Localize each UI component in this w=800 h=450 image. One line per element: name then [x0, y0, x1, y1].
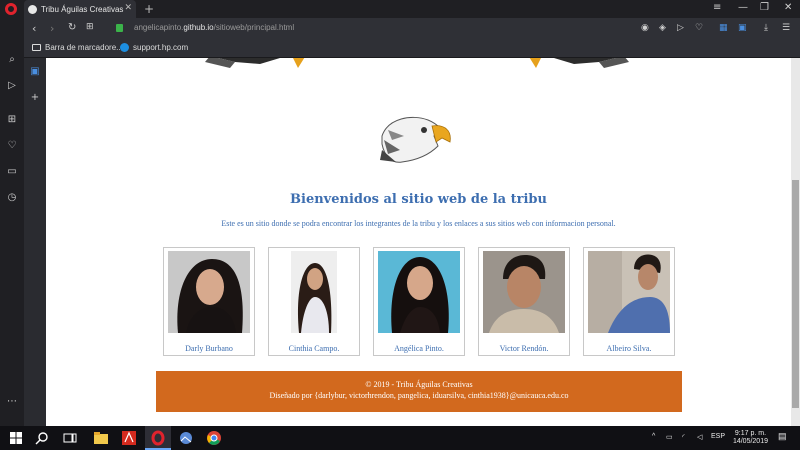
member-name: Cinthia Campo. [288, 344, 340, 353]
tab-active[interactable]: Tribu Águilas Creativas ✕ [24, 0, 136, 18]
page-scrollbar[interactable] [791, 58, 800, 426]
back-icon[interactable]: ‹ [32, 22, 36, 35]
photos-app-icon[interactable] [178, 430, 194, 446]
url-field[interactable]: angelicapinto.github.io/sitioweb/princip… [134, 23, 294, 32]
forward-icon[interactable]: › [50, 22, 54, 35]
address-bar: ‹ › ↻ ⊞ angelicapinto.github.io/sitioweb… [24, 18, 800, 40]
send-icon[interactable]: ▷ [677, 23, 684, 33]
clock-time: 9:17 p. m. [734, 430, 767, 437]
opera-icon [151, 430, 165, 446]
member-name: Victor Rendón. [499, 344, 549, 353]
windows-start-icon[interactable] [8, 430, 24, 446]
folder-icon [32, 44, 41, 51]
footer-credits: Diseñado por {darlybur, victorhrendon, p… [269, 391, 569, 400]
opera-taskbar-button[interactable] [145, 426, 171, 450]
heart-icon[interactable]: ♡ [6, 140, 18, 152]
opera-sidebar: ⌕ ▷ ⊞ ♡ ▭ ◷ ⋯ [0, 18, 24, 426]
member-photo [588, 251, 670, 333]
bookmark-hp[interactable]: support.hp.com [120, 43, 188, 52]
opera-menu-icon[interactable] [5, 3, 17, 15]
bookmark-folder[interactable]: Barra de marcadore... [32, 43, 123, 52]
bookmark-label: Barra de marcadore... [45, 43, 123, 52]
flow-icon[interactable]: ▷ [6, 80, 18, 92]
extension-icon[interactable]: ▣ [738, 23, 747, 33]
acrobat-icon[interactable] [121, 430, 137, 446]
eagle-wing-right-image [529, 58, 629, 68]
notifications-icon[interactable]: ▤ [778, 431, 787, 442]
page-footer: © 2019 - Tribu Águilas Creativas Diseñad… [156, 371, 682, 412]
scrollbar-thumb[interactable] [792, 180, 799, 408]
show-hidden-icons[interactable]: ^ [652, 433, 655, 440]
web-page: Bienvenidos al sitio web de la tribu Est… [46, 58, 791, 426]
maximize-icon[interactable]: ❐ [760, 2, 769, 13]
member-card-albeiro[interactable]: Albeiro Silva. [583, 247, 675, 356]
windows-taskbar: ^ ▭ ◜ ◁ ESP 9:17 p. m. 14/05/2019 ▤ [0, 426, 800, 450]
member-name: Darly Burbano [185, 344, 233, 353]
speed-dial-icon[interactable]: ⊞ [86, 22, 94, 32]
minimize-icon[interactable]: — [738, 2, 748, 13]
download-icon[interactable]: ⤓ [764, 23, 768, 33]
member-name: Albeiro Silva. [606, 344, 652, 353]
wifi-icon[interactable]: ◜ [682, 433, 685, 441]
member-card-victor[interactable]: Victor Rendón. [478, 247, 570, 356]
shield-icon[interactable]: ◈ [659, 23, 666, 33]
chrome-icon[interactable] [206, 430, 222, 446]
volume-icon[interactable]: ◁ [697, 433, 702, 441]
task-view-icon[interactable] [62, 430, 78, 446]
heart-icon[interactable]: ♡ [695, 23, 703, 33]
tab-menu-icon[interactable]: ≡ [713, 2, 721, 13]
member-card-angelica[interactable]: Angélica Pinto. [373, 247, 465, 356]
page-heading: Bienvenidos al sitio web de la tribu [290, 192, 547, 207]
translate-icon[interactable]: ▦ [719, 23, 728, 33]
eagle-logo-image [380, 116, 451, 163]
network-tray-icon[interactable]: ▭ [666, 433, 673, 441]
bookmark-label: support.hp.com [133, 43, 189, 52]
member-photo [168, 251, 250, 333]
history-icon[interactable]: ▭ [6, 166, 18, 178]
member-name: Angélica Pinto. [394, 344, 444, 353]
file-explorer-icon[interactable] [93, 430, 109, 446]
member-card-darly[interactable]: Darly Burbano [163, 247, 255, 356]
intro-text: Este es un sitio donde se podra encontra… [221, 219, 616, 228]
add-panel-icon[interactable]: + [29, 92, 41, 104]
tab-bar: Tribu Águilas Creativas ✕ + ≡ — ❐ ✕ [0, 0, 800, 18]
system-clock[interactable]: 9:17 p. m. 14/05/2019 [733, 430, 768, 446]
speed-dial-icon[interactable]: ⊞ [6, 114, 18, 126]
hp-icon [120, 43, 129, 52]
more-icon[interactable]: ⋯ [6, 396, 18, 408]
panel-strip: ▣ + [24, 58, 46, 426]
screen: Tribu Águilas Creativas ✕ + ≡ — ❐ ✕ ‹ › … [0, 0, 800, 450]
close-tab-icon[interactable]: ✕ [124, 3, 132, 13]
camera-icon[interactable]: ◉ [641, 23, 649, 33]
url-host: github.io [183, 23, 214, 32]
input-language[interactable]: ESP [711, 433, 725, 440]
url-prefix: angelicapinto. [134, 23, 184, 32]
search-icon[interactable] [34, 430, 50, 446]
footer-copyright: © 2019 - Tribu Águilas Creativas [365, 380, 473, 389]
bookmarks-bar: Barra de marcadore... support.hp.com [24, 40, 800, 58]
lock-icon [116, 24, 123, 32]
settings-icon[interactable]: ☰ [782, 23, 790, 33]
eagle-wing-left-image [205, 58, 305, 68]
reload-icon[interactable]: ↻ [68, 22, 76, 33]
search-icon[interactable]: ⌕ [6, 54, 18, 66]
member-photo [273, 251, 355, 333]
clock-date: 14/05/2019 [732, 438, 768, 445]
panel-app-icon[interactable]: ▣ [29, 66, 41, 78]
url-path: /sitioweb/principal.html [213, 23, 295, 32]
member-card-cinthia[interactable]: Cinthia Campo. [268, 247, 360, 356]
close-window-icon[interactable]: ✕ [784, 2, 792, 13]
member-photo [483, 251, 565, 333]
tab-title: Tribu Águilas Creativas [41, 4, 124, 14]
clock-icon[interactable]: ◷ [6, 192, 18, 204]
new-tab-icon[interactable]: + [144, 2, 154, 16]
github-icon [28, 4, 37, 14]
member-photo [378, 251, 460, 333]
